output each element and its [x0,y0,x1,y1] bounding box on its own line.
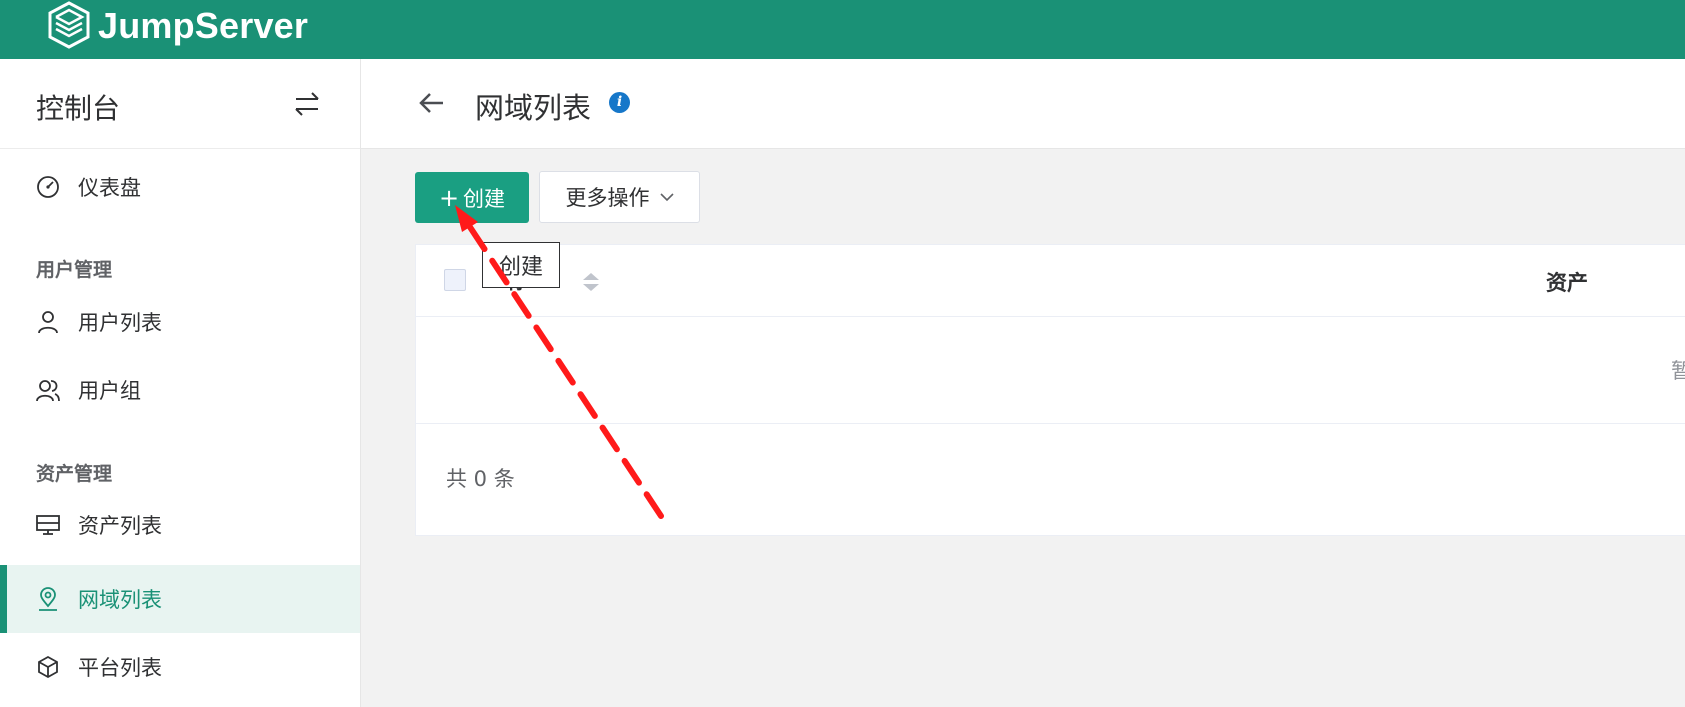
sidebar: 控制台 仪表盘 用户管理 用户列表 用户组 资产管理 资产列表 网域列表 平台列… [0,59,361,707]
asset-icon [34,511,62,539]
create-tooltip: 创建 [482,242,560,288]
info-icon[interactable]: i [609,92,630,113]
domain-icon [34,585,62,613]
plus-icon: + [438,183,460,212]
more-actions-label: 更多操作 [565,186,650,210]
top-bar: JumpServer [0,0,1685,59]
sidebar-item-user-list[interactable]: 用户列表 [0,288,360,356]
logo[interactable]: JumpServer [44,0,308,52]
sidebar-item-label: 平台列表 [78,656,162,680]
chevron-down-icon [659,193,674,202]
page-header: 网域列表 i [361,59,1685,149]
sidebar-item-label: 用户组 [78,379,141,403]
table-header: 称 资产 [416,245,1685,317]
back-arrow-icon[interactable] [415,86,449,120]
sidebar-item-label: 仪表盘 [78,176,141,200]
more-actions-dropdown[interactable]: 更多操作 [539,171,700,223]
page-title: 网域列表 [475,91,592,125]
sidebar-item-domain-list[interactable]: 网域列表 [0,565,360,633]
sort-icon[interactable] [581,271,601,293]
platform-icon [34,653,62,681]
pagination-total: 共 0 条 [446,467,515,491]
section-asset-management: 资产管理 [36,463,113,485]
sidebar-item-label: 网域列表 [78,588,162,612]
sidebar-item-user-group[interactable]: 用户组 [0,356,360,424]
sidebar-item-platform-list[interactable]: 平台列表 [0,633,360,701]
sidebar-item-dashboard[interactable]: 仪表盘 [0,153,360,221]
user-icon [34,308,62,336]
domain-table: 称 资产 暂 共 0 条 [415,244,1685,536]
sidebar-item-label: 资产列表 [78,514,162,538]
sidebar-item-label: 用户列表 [78,311,162,335]
empty-text: 暂 [1671,359,1685,383]
select-all-checkbox[interactable] [444,269,466,291]
create-button-label: 创建 [463,186,506,211]
jumpserver-logo-icon [48,1,90,49]
user-group-icon [34,376,62,404]
sidebar-header: 控制台 [0,59,360,149]
section-user-management: 用户管理 [36,259,113,281]
logo-text: JumpServer [98,5,309,46]
divider [416,423,1685,424]
sidebar-item-asset-list[interactable]: 资产列表 [0,491,360,559]
column-header-asset[interactable]: 资产 [1546,267,1588,297]
create-button[interactable]: + 创建 [415,172,529,223]
sidebar-title: 控制台 [36,92,121,125]
switch-view-icon[interactable] [290,89,324,119]
dashboard-icon [34,173,62,201]
